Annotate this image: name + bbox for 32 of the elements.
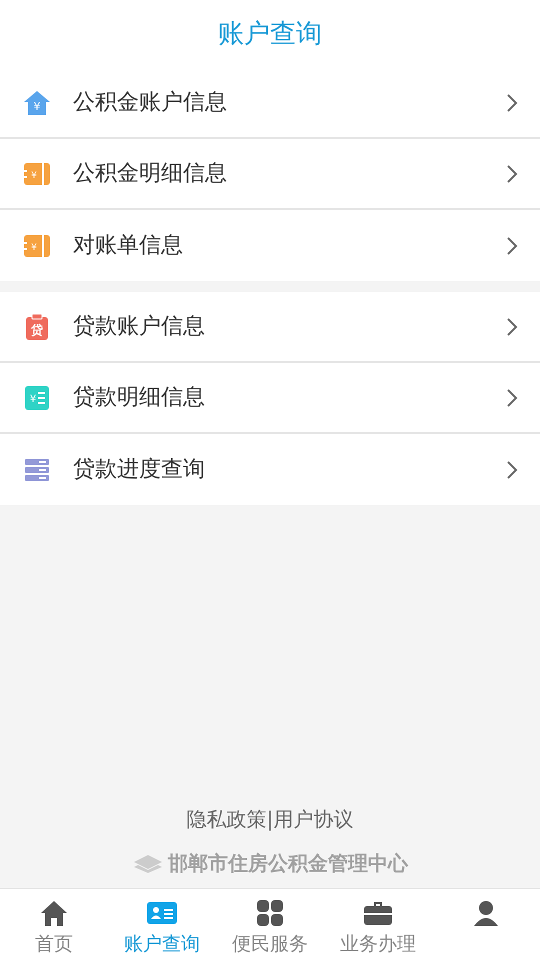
- id-card-icon: [147, 902, 177, 924]
- logo-icon: [132, 853, 164, 873]
- tab[interactable]: 业务办理: [324, 889, 432, 960]
- tab[interactable]: 首页: [0, 889, 108, 960]
- ticket-icon: ¥: [24, 234, 50, 256]
- separator: |: [266, 806, 274, 833]
- server-icon: [25, 458, 49, 480]
- menu-row[interactable]: ¥ 贷款明细信息: [0, 363, 540, 434]
- chevron-right-icon: [506, 388, 518, 408]
- chevron-right-icon: [506, 236, 518, 256]
- logo-text: 邯郸市住房公积金管理中心: [168, 850, 408, 877]
- chevron-right-icon: [506, 164, 518, 184]
- person-icon: [473, 900, 499, 926]
- clipboard-icon: 贷: [26, 314, 48, 340]
- grid-icon: [257, 900, 283, 926]
- menu-row[interactable]: 贷 贷款账户信息: [0, 292, 540, 363]
- house-icon: ¥: [23, 90, 51, 116]
- home-icon: [40, 900, 68, 926]
- page-title: 账户查询: [218, 18, 322, 50]
- menu-row[interactable]: ¥ 公积金账户信息: [0, 68, 540, 139]
- footer-link[interactable]: 用户协议: [273, 804, 354, 834]
- tab[interactable]: 便民服务: [216, 889, 324, 960]
- footer-link[interactable]: 隐私政策: [186, 804, 267, 834]
- menu-row[interactable]: ¥ 对账单信息: [0, 210, 540, 281]
- menu-row[interactable]: 贷款进度查询: [0, 434, 540, 505]
- chevron-right-icon: [506, 460, 518, 480]
- briefcase-icon: [364, 901, 392, 925]
- menu-row[interactable]: ¥ 公积金明细信息: [0, 139, 540, 210]
- list-icon: ¥: [25, 386, 49, 410]
- ticket-icon: ¥: [24, 162, 50, 184]
- chevron-right-icon: [506, 316, 518, 336]
- chevron-right-icon: [506, 92, 518, 112]
